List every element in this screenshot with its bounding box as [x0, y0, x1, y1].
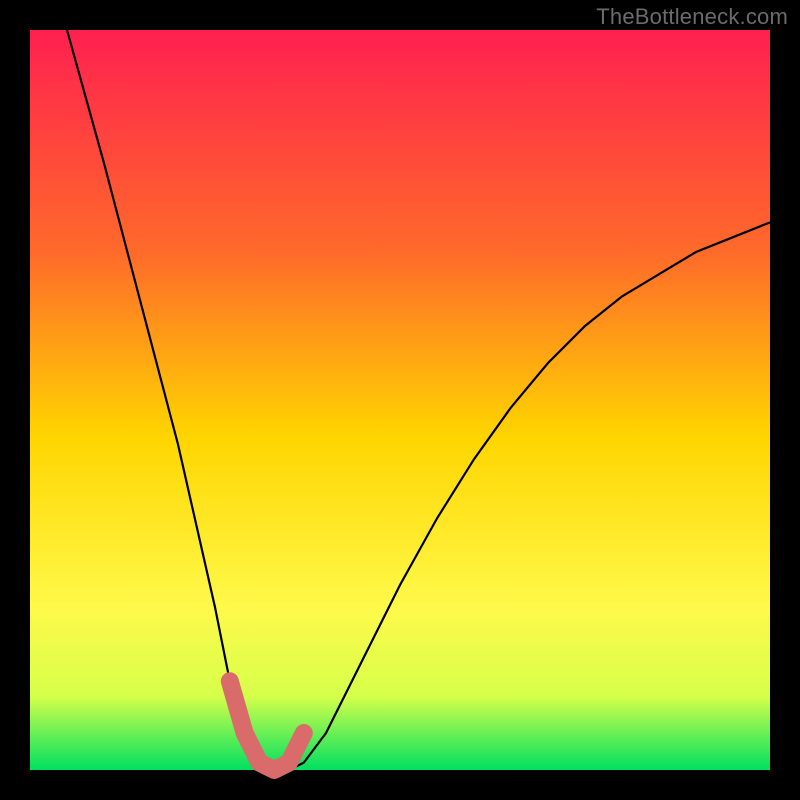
chart-frame: TheBottleneck.com	[0, 0, 800, 800]
optimal-zone-dot	[223, 674, 237, 688]
watermark-text: TheBottleneck.com	[596, 4, 788, 30]
plot-background	[30, 30, 770, 770]
bottleneck-chart	[0, 0, 800, 800]
